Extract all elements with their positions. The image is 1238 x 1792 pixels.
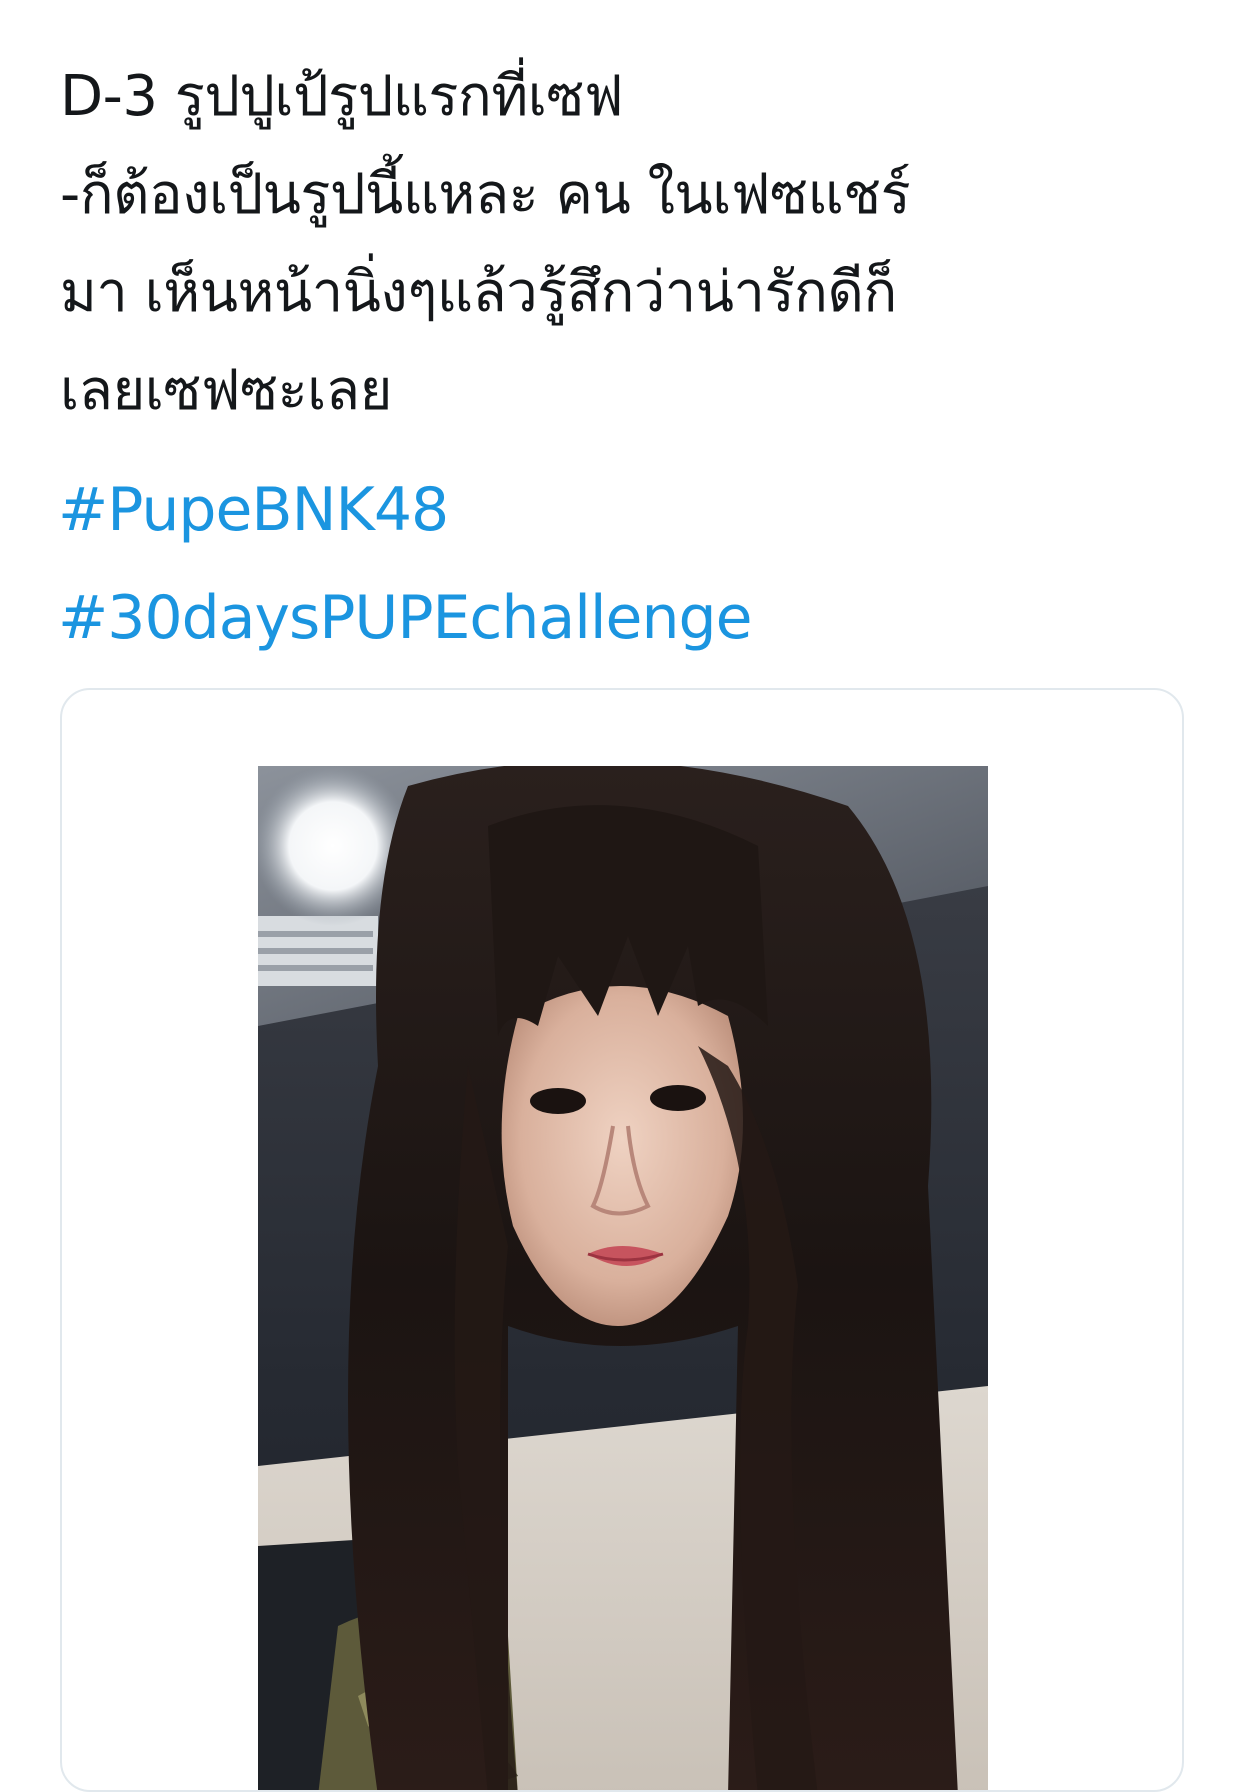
hashtag-link-30dayspupechallenge[interactable]: #30daysPUPEchallenge	[58, 578, 752, 658]
tweet-photo[interactable]	[258, 766, 988, 1790]
tweet-text-line: มา เห็นหน้านิ่งๆแล้วรู้สึกว่าน่ารักดีก็	[60, 260, 897, 325]
tweet-text-line: D-3 รูปปูเป้รูปแรกที่เซฟ	[60, 64, 624, 129]
tweet-text-line: -ก็ต้องเป็นรูปนี้แหละ คน ในเฟซแชร์	[60, 162, 911, 227]
hashtag-link-pupebnk48[interactable]: #PupeBNK48	[58, 470, 449, 550]
media-card[interactable]	[60, 688, 1184, 1792]
selfie-photo-image	[258, 766, 988, 1790]
tweet-text-line: เลยเซฟซะเลย	[60, 358, 392, 423]
tweet-text: D-3 รูปปูเป้รูปแรกที่เซฟ -ก็ต้องเป็นรูปน…	[60, 48, 1190, 440]
